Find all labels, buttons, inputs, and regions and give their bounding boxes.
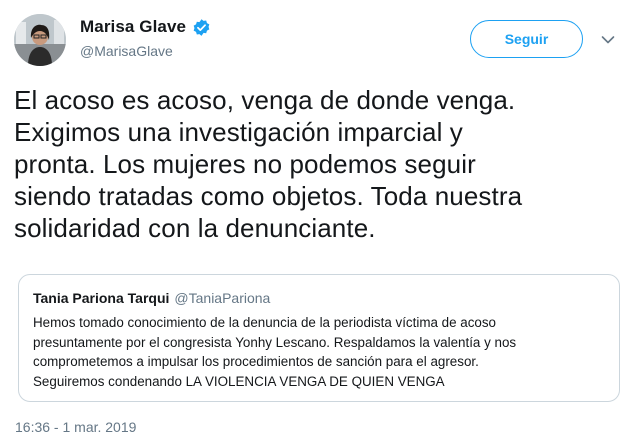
quoted-author-name: Tania Pariona Tarqui <box>33 290 170 306</box>
quoted-tweet[interactable]: Tania Pariona Tarqui @TaniaPariona Hemos… <box>18 274 620 402</box>
chevron-down-icon[interactable] <box>601 32 615 44</box>
tweet-timestamp[interactable]: 16:36 - 1 mar. 2019 <box>15 419 136 435</box>
avatar[interactable] <box>14 14 66 66</box>
quoted-author-handle: @TaniaPariona <box>174 290 271 306</box>
quoted-text-line: comprometemos a impulsar los procedimien… <box>33 354 479 369</box>
quoted-text-line: Hemos tomado conocimiento de la denuncia… <box>33 315 496 330</box>
follow-button[interactable]: Seguir <box>470 20 583 58</box>
quoted-text-line: presuntamente por el congresista Yonhy L… <box>33 334 517 350</box>
tweet-text-line: siendo tratadas como objetos. Toda nuest… <box>14 181 523 211</box>
tweet-text-line: solidaridad con la denunciante. <box>14 213 376 243</box>
tweet-text: El acoso es acoso, venga de donde venga.… <box>14 84 624 244</box>
author-display-name[interactable]: Marisa Glave <box>80 17 186 37</box>
tweet-text-line: Exigimos una investigación imparcial y <box>14 117 463 147</box>
quoted-text-line: Seguiremos condenando LA VIOLENCIA VENGA… <box>33 373 445 389</box>
tweet-card: Marisa Glave @MarisaGlave Seguir El acos… <box>0 0 640 443</box>
verified-badge-icon <box>192 18 211 37</box>
author-handle[interactable]: @MarisaGlave <box>80 43 173 59</box>
quoted-tweet-header: Tania Pariona Tarqui @TaniaPariona <box>33 290 270 306</box>
author-name-row[interactable]: Marisa Glave <box>80 16 211 38</box>
tweet-text-line: El acoso es acoso, venga de donde venga. <box>14 85 516 115</box>
quoted-tweet-text: Hemos tomado conocimiento de la denuncia… <box>33 313 611 391</box>
tweet-text-line: pronta. Los mujeres no podemos seguir <box>14 149 476 179</box>
